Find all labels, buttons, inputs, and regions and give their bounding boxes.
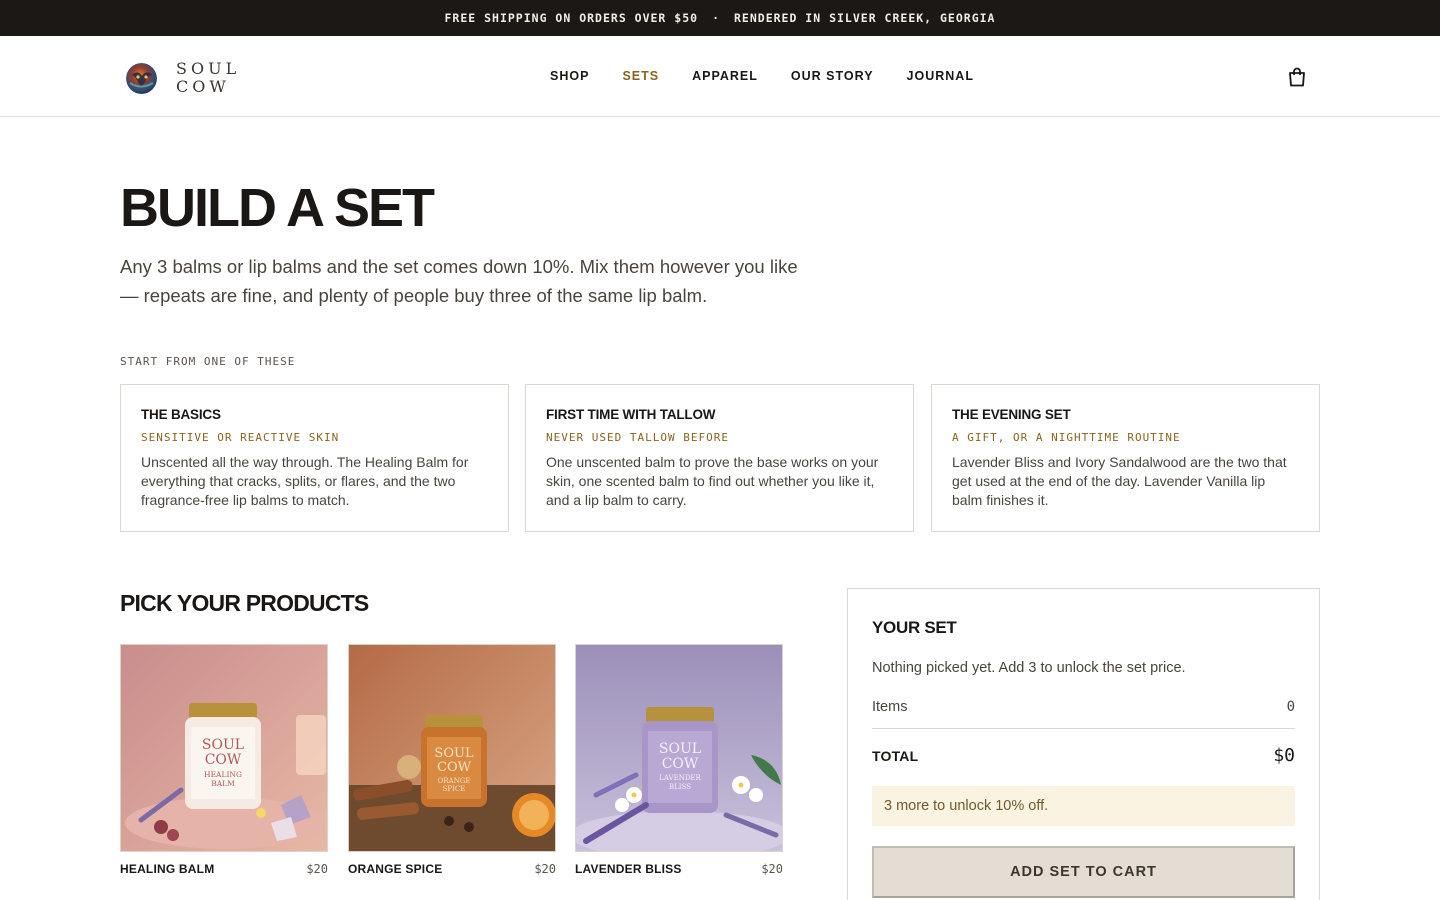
announcement-bar: FREE SHIPPING ON ORDERS OVER $50 · RENDE… bbox=[0, 0, 1440, 36]
product-card-orange-spice[interactable]: SOUL COW ORANGE SPICE ORANGE SPICE $20 bbox=[348, 644, 556, 876]
soul-cow-logo-icon bbox=[126, 62, 157, 94]
brand-wordmark: SOUL COW bbox=[176, 60, 240, 96]
svg-text:BLISS: BLISS bbox=[669, 783, 691, 791]
empty-set-message: Nothing picked yet. Add 3 to unlock the … bbox=[872, 660, 1186, 676]
starter-card-tag: SENSITIVE OR REACTIVE SKIN bbox=[141, 431, 340, 444]
starter-card-tag: A GIFT, OR A NIGHTTIME ROUTINE bbox=[952, 431, 1181, 444]
nav-sets[interactable]: SETS bbox=[622, 69, 659, 83]
pick-products-title: PICK YOUR PRODUCTS bbox=[120, 590, 369, 616]
brand-line-2: COW bbox=[176, 77, 230, 96]
product-name: LAVENDER BLISS bbox=[575, 862, 682, 876]
items-label: Items bbox=[872, 699, 908, 715]
items-count-row: Items 0 bbox=[872, 699, 1295, 729]
brand-logo[interactable]: SOUL COW bbox=[126, 60, 240, 96]
items-count: 0 bbox=[1286, 699, 1295, 715]
your-set-title: YOUR SET bbox=[872, 618, 957, 637]
starter-card-title: THE BASICS bbox=[141, 407, 221, 422]
product-price: $20 bbox=[534, 862, 556, 876]
svg-text:HEALING: HEALING bbox=[204, 770, 242, 779]
svg-text:SOUL: SOUL bbox=[659, 741, 701, 757]
shopping-bag-icon bbox=[1289, 67, 1305, 87]
starter-sets-kicker: START FROM ONE OF THESE bbox=[120, 355, 296, 368]
brand-line-1: SOUL bbox=[176, 59, 241, 78]
announcement-separator: · bbox=[712, 11, 720, 25]
svg-text:COW: COW bbox=[437, 760, 472, 775]
product-image[interactable]: SOUL COW ORANGE SPICE bbox=[348, 644, 556, 852]
discount-progress-notice: 3 more to unlock 10% off. bbox=[872, 786, 1295, 826]
starter-card-first-time[interactable]: FIRST TIME WITH TALLOW NEVER USED TALLOW… bbox=[525, 384, 914, 532]
main-nav: SHOP SETS APPAREL OUR STORY JOURNAL bbox=[550, 36, 1007, 116]
starter-card-title: FIRST TIME WITH TALLOW bbox=[546, 407, 716, 422]
svg-text:SOUL: SOUL bbox=[202, 737, 244, 753]
starter-card-title: THE EVENING SET bbox=[952, 407, 1071, 422]
announcement-location: RENDERED IN SILVER CREEK, GEORGIA bbox=[734, 11, 996, 25]
starter-card-tag: NEVER USED TALLOW BEFORE bbox=[546, 431, 729, 444]
product-image[interactable]: SOUL COW HEALING BALM bbox=[120, 644, 328, 852]
product-image[interactable]: SOUL COW LAVENDER BLISS bbox=[575, 644, 783, 852]
page-title: BUILD A SET bbox=[120, 178, 435, 238]
starter-card-body: Lavender Bliss and Ivory Sandalwood are … bbox=[952, 454, 1287, 508]
nav-our-story[interactable]: OUR STORY bbox=[791, 69, 874, 83]
starter-card-body: One unscented balm to prove the base wor… bbox=[546, 454, 879, 508]
starter-card-evening[interactable]: THE EVENING SET A GIFT, OR A NIGHTTIME R… bbox=[931, 384, 1320, 532]
add-set-to-cart-button[interactable]: ADD SET TO CART bbox=[872, 846, 1295, 898]
svg-text:COW: COW bbox=[205, 752, 242, 768]
svg-text:SPICE: SPICE bbox=[443, 785, 466, 793]
total-label: TOTAL bbox=[872, 747, 919, 764]
cart-button[interactable] bbox=[1284, 64, 1310, 90]
svg-text:ORANGE: ORANGE bbox=[438, 777, 471, 785]
nav-journal[interactable]: JOURNAL bbox=[907, 69, 974, 83]
starter-card-body: Unscented all the way through. The Heali… bbox=[141, 454, 469, 508]
svg-text:LAVENDER: LAVENDER bbox=[659, 774, 701, 782]
nav-apparel[interactable]: APPAREL bbox=[692, 69, 758, 83]
starter-card-basics[interactable]: THE BASICS SENSITIVE OR REACTIVE SKIN Un… bbox=[120, 384, 509, 532]
total-row: TOTAL $0 bbox=[872, 745, 1295, 766]
svg-text:COW: COW bbox=[662, 756, 699, 772]
svg-text:BALM: BALM bbox=[211, 779, 235, 788]
product-card-lavender-bliss[interactable]: SOUL COW LAVENDER BLISS LAVENDER BLISS $… bbox=[575, 644, 783, 876]
nav-shop[interactable]: SHOP bbox=[550, 69, 589, 83]
announcement-shipping: FREE SHIPPING ON ORDERS OVER $50 bbox=[444, 11, 699, 25]
product-price: $20 bbox=[761, 862, 783, 876]
product-price: $20 bbox=[306, 862, 328, 876]
site-header: SOUL COW SHOP SETS APPAREL OUR STORY JOU… bbox=[0, 36, 1440, 117]
svg-text:SOUL: SOUL bbox=[434, 746, 474, 761]
page-subtitle: Any 3 balms or lip balms and the set com… bbox=[120, 256, 798, 306]
product-name: HEALING BALM bbox=[120, 862, 215, 876]
your-set-panel: YOUR SET Nothing picked yet. Add 3 to un… bbox=[847, 588, 1320, 900]
product-card-healing-balm[interactable]: SOUL COW HEALING BALM HEALING BALM $20 bbox=[120, 644, 328, 876]
product-name: ORANGE SPICE bbox=[348, 862, 443, 876]
total-value: $0 bbox=[1273, 745, 1295, 766]
